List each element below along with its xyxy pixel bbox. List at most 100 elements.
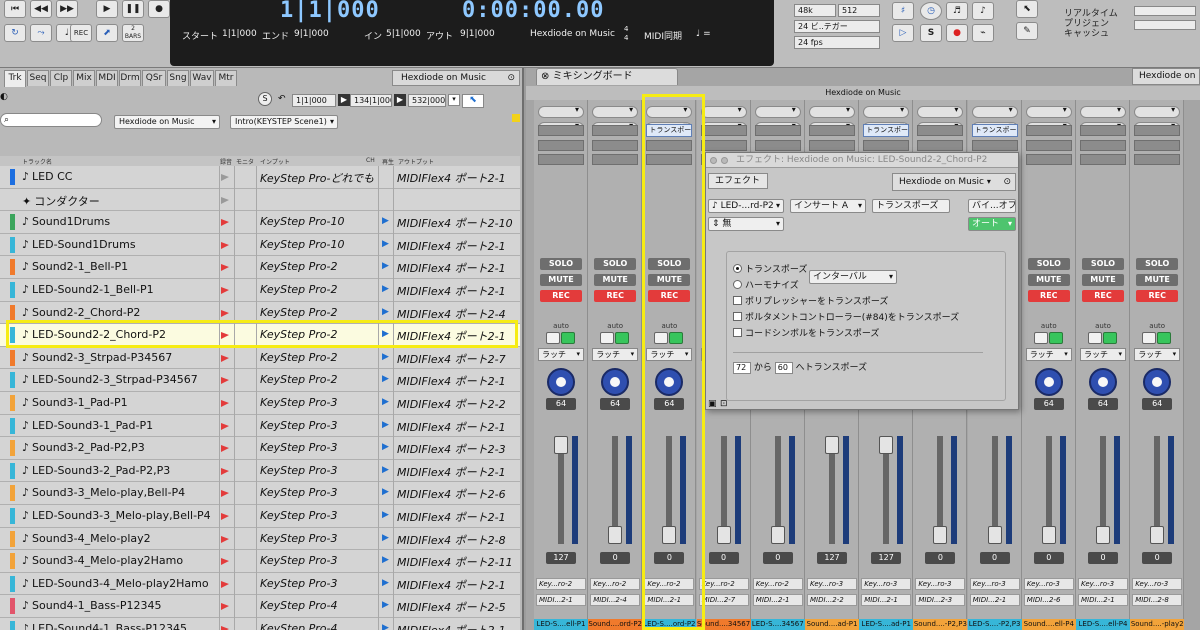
track-output[interactable]: MIDIFlex4 ポート2-1 xyxy=(397,509,506,525)
empty-insert[interactable] xyxy=(1080,125,1126,136)
track-row[interactable]: ♪ Sound2-1_Bell-P1 KeyStep Pro-2 ▶ MIDIFlex4… xyxy=(0,256,520,280)
portamento-checkbox[interactable] xyxy=(733,312,742,321)
col-monitor[interactable]: モニタ xyxy=(236,157,254,166)
effect-tab[interactable]: エフェクト xyxy=(708,173,768,189)
strip-name[interactable]: Sound....ord-P2 xyxy=(588,619,643,630)
opt-portamento[interactable]: ポルタメントコントローラー(#84)をトランスポーズ xyxy=(733,310,959,323)
insert-slot-1[interactable] xyxy=(700,105,747,118)
track-output[interactable]: MIDIFlex4 ポート2-1 xyxy=(397,170,506,186)
volume-value[interactable]: 0 xyxy=(762,552,793,564)
insert-slot-1[interactable] xyxy=(917,105,964,118)
track-input[interactable]: KeyStep Pro-3 xyxy=(260,396,338,409)
track-row[interactable]: ♪LED-Sound4-1_Bass-P12345 KeyStep Pro-4 ▶ M… xyxy=(0,618,520,630)
track-output[interactable]: MIDIFlex4 ポート2-2 xyxy=(397,396,506,412)
empty-insert[interactable] xyxy=(1080,140,1126,151)
solo-button[interactable]: SOLO xyxy=(1082,258,1124,270)
track-input[interactable]: KeyStep Pro-3 xyxy=(260,464,338,477)
rewind-small-icon[interactable]: ↶ xyxy=(278,94,286,104)
strip-input[interactable]: Key...ro-3 xyxy=(807,578,857,590)
track-name[interactable]: ♪ Sound3-1_Pad-P1 xyxy=(22,396,128,409)
s-button[interactable]: S xyxy=(258,92,272,106)
rec-button[interactable]: REC xyxy=(1082,290,1124,302)
strip-output[interactable]: MIDI...2-1 xyxy=(536,594,586,606)
volume-fader[interactable] xyxy=(554,436,568,454)
col-output[interactable]: アウトプット xyxy=(398,157,434,166)
track-name[interactable]: ♪ LED-Sound3-2_Pad-P2,P3 xyxy=(22,464,170,477)
strip-output[interactable]: MIDI...2-1 xyxy=(752,594,803,606)
automation-read-button[interactable] xyxy=(1033,332,1048,344)
insert-slot-select[interactable]: インサート A xyxy=(790,199,866,213)
tab-mdi[interactable]: MDI xyxy=(96,70,118,86)
col-track-name[interactable]: トラック名 xyxy=(22,157,52,166)
play-enable-icon[interactable]: ▶ xyxy=(382,555,389,565)
empty-insert[interactable] xyxy=(754,125,801,136)
play-enable-icon[interactable]: ▶ xyxy=(382,261,389,271)
automation-read-button[interactable] xyxy=(600,332,615,344)
pan-knob[interactable] xyxy=(1089,368,1117,396)
solo-button[interactable]: SOLO xyxy=(540,258,582,270)
volume-fader[interactable] xyxy=(1096,526,1110,544)
col-rec[interactable]: 録音 xyxy=(220,157,232,166)
arrow-tool-icon[interactable]: ⬉ xyxy=(1016,0,1038,18)
track-row[interactable]: ♪ LED CC KeyStep Pro-どれでも MIDIFlex4 ポート2-1 xyxy=(0,166,520,189)
tab-mix[interactable]: Mix xyxy=(73,70,95,86)
track-output[interactable]: MIDIFlex4 ポート2-1 xyxy=(397,622,506,630)
strip-input[interactable]: Key...ro-2 xyxy=(698,578,749,590)
record-disabled-icon[interactable] xyxy=(220,195,230,204)
volume-value[interactable]: 0 xyxy=(1033,552,1064,564)
panel-menu-icon[interactable]: ⊙ xyxy=(507,71,515,85)
track-row[interactable]: ♪ Sound3-2_Pad-P2,P3 KeyStep Pro-3 ▶ MIDIFle… xyxy=(0,437,520,461)
window-minimize-icon[interactable] xyxy=(721,157,728,164)
pan-value[interactable]: 64 xyxy=(546,398,576,410)
track-output[interactable]: MIDIFlex4 ポート2-1 xyxy=(397,283,506,299)
pan-knob[interactable] xyxy=(1143,368,1172,396)
transpose-radio[interactable] xyxy=(733,264,742,273)
mute-button[interactable]: MUTE xyxy=(540,274,582,286)
volume-value[interactable]: 127 xyxy=(817,552,847,564)
col-play[interactable]: 再生 xyxy=(382,157,394,166)
harmonize-radio[interactable] xyxy=(733,280,742,289)
empty-insert[interactable] xyxy=(700,140,747,151)
track-name[interactable]: ♪ Sound3-4_Melo-play2 xyxy=(22,532,151,545)
automation-select[interactable]: オート xyxy=(968,217,1016,231)
play-enable-icon[interactable]: ▶ xyxy=(382,533,389,543)
automation-read-button[interactable] xyxy=(546,332,560,344)
forward-button[interactable]: ▶▶ xyxy=(56,0,78,18)
insert-slot-1[interactable] xyxy=(754,105,801,118)
rec-button[interactable]: REC xyxy=(594,290,637,302)
preset-select[interactable]: ⇕ 無 xyxy=(708,217,784,231)
automation-play-button[interactable] xyxy=(1157,332,1172,344)
volume-value[interactable]: 0 xyxy=(979,552,1010,564)
project-dropdown[interactable]: Hexdiode on Music xyxy=(114,115,220,129)
pan-knob[interactable] xyxy=(547,368,575,396)
mute-button[interactable]: MUTE xyxy=(1136,274,1179,286)
mute-button[interactable]: MUTE xyxy=(594,274,637,286)
track-name[interactable]: ♪ LED-Sound1Drums xyxy=(22,238,136,251)
tracks-panel-title[interactable]: Hexdiode on Music ⊙ xyxy=(392,70,520,86)
play-enable-icon[interactable]: ▶ xyxy=(382,510,389,520)
strip-name[interactable]: LED-S....ell-P1 xyxy=(534,619,588,630)
track-row[interactable]: ♪ Sound3-4_Melo-play2 KeyStep Pro-3 ▶ MIDIFl… xyxy=(0,527,520,551)
project-select[interactable]: Hexdiode on Music xyxy=(530,29,615,39)
insert-slot-1[interactable] xyxy=(809,105,855,118)
interval-select[interactable]: インターバル xyxy=(809,270,897,284)
track-name[interactable]: ♪ Sound2-2_Chord-P2 xyxy=(22,306,140,319)
strip-name[interactable]: Sound....ad-P1 xyxy=(805,619,859,630)
strip-input[interactable]: Key...ro-3 xyxy=(1023,578,1074,590)
track-input[interactable]: KeyStep Pro-10 xyxy=(260,238,345,251)
solo-button[interactable]: SOLO xyxy=(1136,258,1179,270)
track-output[interactable]: MIDIFlex4 ポート2-1 xyxy=(397,464,506,480)
insert-slot-1[interactable] xyxy=(1025,105,1072,118)
track-input[interactable]: KeyStep Pro-2 xyxy=(260,260,338,273)
track-input[interactable]: KeyStep Pro-4 xyxy=(260,599,338,612)
empty-insert[interactable] xyxy=(1134,140,1181,151)
tab-sng[interactable]: Sng xyxy=(167,70,189,86)
track-name[interactable]: ♪ Sound2-3_Strpad-P34567 xyxy=(22,351,172,364)
empty-insert[interactable] xyxy=(700,125,747,136)
solo-button[interactable]: SOLO xyxy=(594,258,637,270)
mute-icon[interactable]: ♪ xyxy=(972,2,994,20)
to-note-field[interactable]: 60 xyxy=(774,361,793,374)
empty-insert[interactable] xyxy=(538,125,584,136)
effect-track-select[interactable]: ♪ LED-...rd-P2 xyxy=(708,199,784,213)
play-enable-icon[interactable]: ▶ xyxy=(382,307,389,317)
